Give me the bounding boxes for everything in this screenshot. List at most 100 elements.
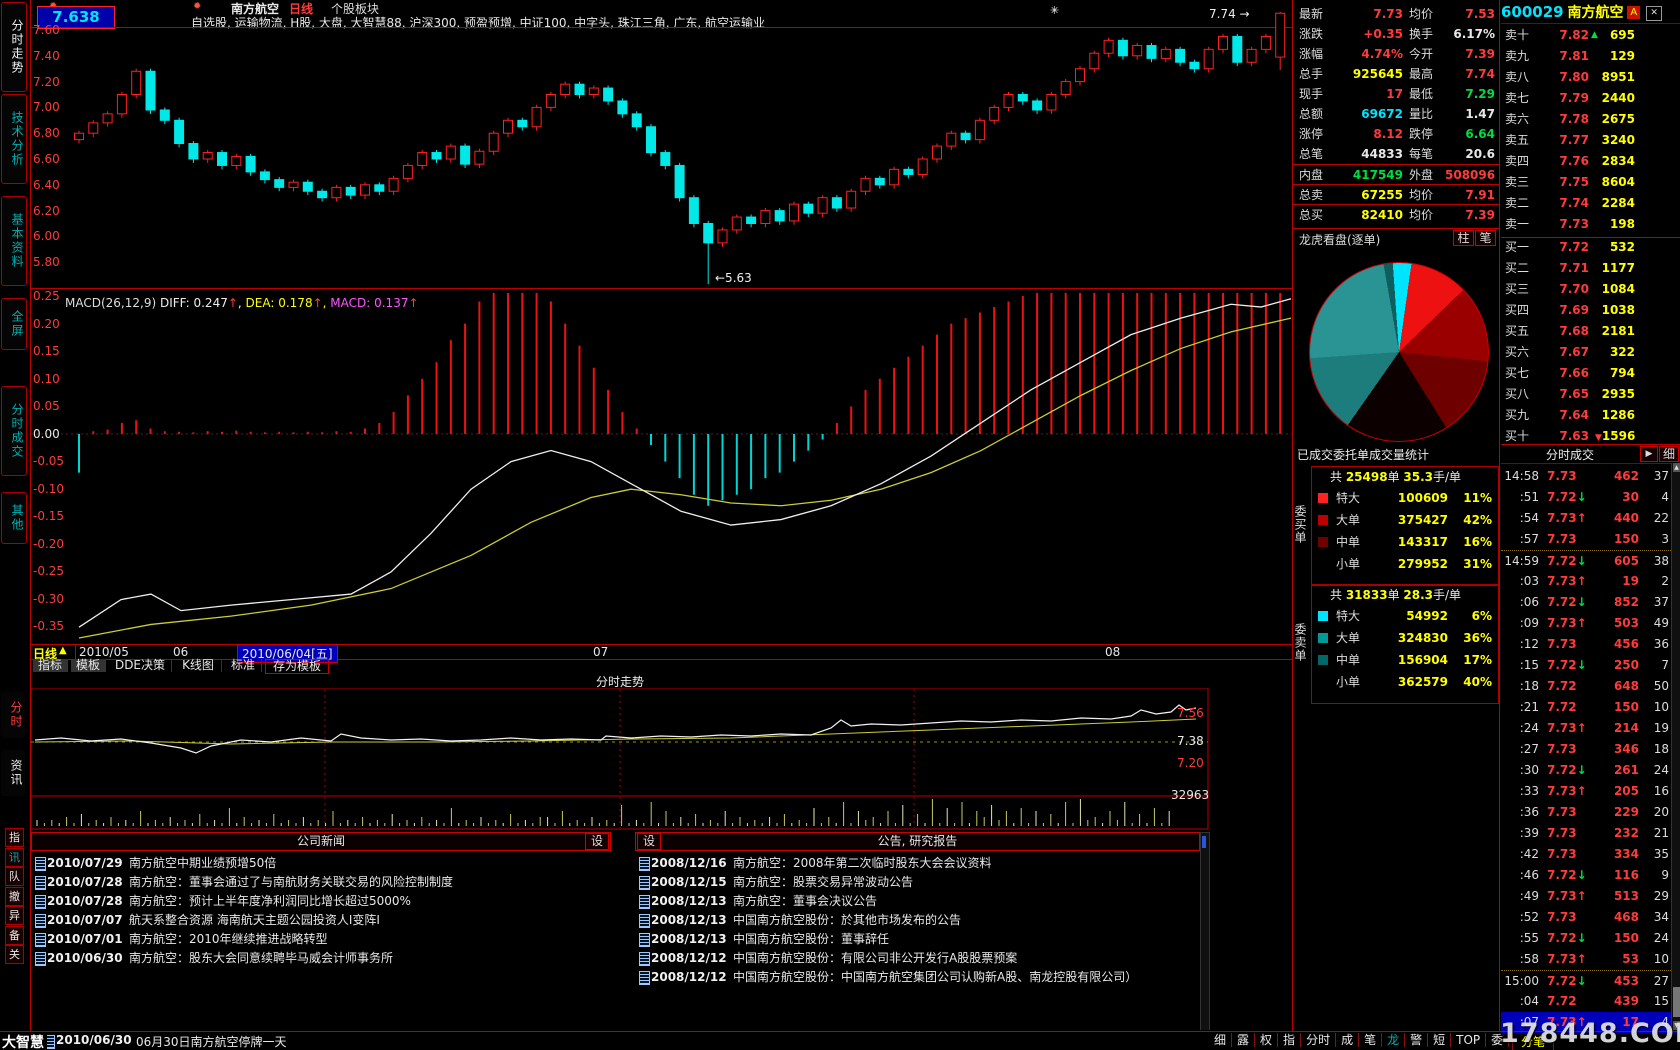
sidebar-tab-分时走势[interactable]: 分时走势 (1, 2, 27, 92)
expand-icon[interactable]: ▶ (1640, 446, 1658, 462)
tape-row[interactable]: :097.73↑50349 (1501, 613, 1679, 634)
date-label[interactable]: 2010/05 (79, 645, 129, 659)
news-item[interactable]: 2008/12/13中国南方航空股份：董事辞任 (635, 930, 1200, 949)
tape-row[interactable]: :497.73↑51329 (1501, 886, 1679, 907)
tape-row[interactable]: :307.72↓26124 (1501, 760, 1679, 781)
sidebar-tab-全屏[interactable]: 全屏 (1, 298, 27, 350)
news-item[interactable]: 2008/12/13南方航空：董事会决议公告 (635, 892, 1200, 911)
news-item[interactable]: 2010/07/07航天系整合资源 海南航天主题公园投资人I变阵I (31, 911, 611, 930)
bid-row-买九[interactable]: 买九7.641286 (1501, 405, 1680, 426)
scroll-up-icon[interactable]: ▲ (1673, 463, 1680, 472)
mini-tab-龙[interactable]: 龙 (1382, 1033, 1405, 1047)
mini-tab-TOP[interactable]: TOP (1451, 1033, 1486, 1047)
mini-tab-权[interactable]: 权 (1255, 1033, 1278, 1047)
sidebar-mini-备[interactable]: 备 (5, 926, 24, 945)
sidebar-tab-基本资料[interactable]: 基本资料 (1, 196, 27, 286)
tape-row[interactable]: :517.72↓304 (1501, 487, 1679, 508)
bid-row-买七[interactable]: 买七7.66794 (1501, 363, 1680, 384)
candlestick-chart[interactable] (31, 10, 1292, 288)
mini-tab-成[interactable]: 成 (1336, 1033, 1359, 1047)
tape-row[interactable]: 15:007.72↓45327 (1501, 970, 1679, 992)
tape-row[interactable]: :367.7322920 (1501, 802, 1679, 823)
mini-tab-短[interactable]: 短 (1428, 1033, 1451, 1047)
bid-row-买一[interactable]: 买一7.72532 (1501, 237, 1680, 258)
news-item[interactable]: 2010/07/29南方航空中期业绩预增50倍 (31, 854, 611, 873)
bid-row-买五[interactable]: 买五7.682181 (1501, 321, 1680, 342)
tape-row[interactable]: :277.7334618 (1501, 739, 1679, 760)
sidebar-mini-异[interactable]: 异 (5, 906, 24, 925)
sidebar-mini-撤[interactable]: 撤 (5, 887, 24, 906)
tape-row[interactable]: :397.7323221 (1501, 823, 1679, 844)
detail-button[interactable]: 细 (1659, 446, 1679, 462)
tape-row[interactable]: :337.73↑20516 (1501, 781, 1679, 802)
bottom-news-text[interactable]: 06月30日南方航空停牌一天 (136, 1033, 287, 1050)
macd-chart[interactable] (31, 288, 1292, 644)
news-item[interactable]: 2008/12/16南方航空：2008年第二次临时股东大会会议资料 (635, 854, 1200, 873)
news-item[interactable]: 2010/07/28南方航空：董事会通过了与南航财务关联交易的风险控制制度 (31, 873, 611, 892)
sidebar-mini-讯[interactable]: 讯 (5, 848, 24, 867)
tape-row[interactable]: :547.73↑44022 (1501, 508, 1679, 529)
mini-tab-笔[interactable]: 笔 (1359, 1033, 1382, 1047)
sidebar-label-分时[interactable]: 分时 (1, 692, 25, 738)
bid-row-买八[interactable]: 买八7.652935 (1501, 384, 1680, 405)
tape-row[interactable]: :587.73↑5310 (1501, 949, 1679, 970)
ask-row-卖四[interactable]: 卖四7.762834 (1501, 151, 1680, 172)
bid-row-买二[interactable]: 买二7.711177 (1501, 258, 1680, 279)
chart-tab-存为模板[interactable]: 存为模板 (265, 659, 329, 674)
ask-row-卖二[interactable]: 卖二7.742284 (1501, 193, 1680, 214)
tape-row[interactable]: :577.731503 (1501, 529, 1679, 550)
news-item[interactable]: 2008/12/13中国南方航空股份：於其他市场发布的公告 (635, 911, 1200, 930)
chart-tab-DDE决策[interactable]: DDE决策 (109, 659, 172, 672)
news-item[interactable]: 2008/12/15南方航空：股票交易异常波动公告 (635, 873, 1200, 892)
tape-row[interactable]: :217.7215010 (1501, 697, 1679, 718)
tape-row[interactable]: 14:597.72↓60538 (1501, 550, 1679, 572)
bid-row-买三[interactable]: 买三7.701084 (1501, 279, 1680, 300)
news-item[interactable]: 2008/12/12中国南方航空股份：有限公司非公开发行A股股票预案 (635, 949, 1200, 968)
pie-bar-button[interactable]: 柱 (1453, 230, 1474, 246)
ask-row-卖十[interactable]: 卖十7.82695▲ (1501, 25, 1680, 46)
sidebar-mini-关[interactable]: 关 (5, 945, 24, 964)
tape-scrollbar[interactable]: ▲ ▼ (1671, 463, 1680, 1031)
intraday-chart[interactable] (31, 688, 1209, 830)
pie-pen-button[interactable]: 笔 (1475, 230, 1496, 246)
news-item[interactable]: 2010/06/30南方航空：股东大会同意续聘毕马威会计师事务所 (31, 949, 611, 968)
tape-row[interactable]: :557.72↓15024 (1501, 928, 1679, 949)
date-label[interactable]: 07 (593, 645, 608, 659)
tape-scrollbar-thumb[interactable] (1673, 987, 1680, 1017)
sidebar-label-资讯[interactable]: 资讯 (1, 750, 25, 796)
ask-row-卖一[interactable]: 卖一7.73198 (1501, 214, 1680, 235)
chart-tab-模板[interactable]: 模板 (71, 659, 106, 672)
ask-row-卖七[interactable]: 卖七7.792440 (1501, 88, 1680, 109)
sidebar-mini-指[interactable]: 指 (5, 828, 24, 847)
mini-tab-露[interactable]: 露 (1232, 1033, 1255, 1047)
news-item[interactable]: 2008/12/12中国南方航空股份：中国南方航空集团公司认购新A股、南龙控股有… (635, 968, 1200, 987)
announcements-settings-button[interactable]: 设 (637, 833, 661, 850)
tape-row[interactable]: :127.7345636 (1501, 634, 1679, 655)
news-item[interactable]: 2010/07/28南方航空：预计上半年度净利润同比增长超过5000% (31, 892, 611, 911)
bid-row-买六[interactable]: 买六7.67322 (1501, 342, 1680, 363)
tape-row[interactable]: :157.72↓2507 (1501, 655, 1679, 676)
mini-tab-分时[interactable]: 分时 (1301, 1033, 1336, 1047)
ask-row-卖五[interactable]: 卖五7.773240 (1501, 130, 1680, 151)
ask-row-卖三[interactable]: 卖三7.758604 (1501, 172, 1680, 193)
chart-tab-指标[interactable]: 指标 (33, 659, 68, 672)
tape-row[interactable]: 14:587.7346237 (1501, 466, 1679, 487)
chart-tab-标准[interactable]: 标准 (225, 659, 262, 672)
tape-row[interactable]: :067.72↓85237 (1501, 592, 1679, 613)
tape-row[interactable]: :527.7346834 (1501, 907, 1679, 928)
tape-row[interactable]: :467.72↓1169 (1501, 865, 1679, 886)
tape-row[interactable]: :047.7243915 (1501, 991, 1679, 1012)
date-label[interactable]: 06 (173, 645, 188, 659)
sidebar-tab-其他[interactable]: 其他 (1, 492, 27, 544)
tape-row[interactable]: :037.73↑192 (1501, 571, 1679, 592)
tape-row[interactable]: :247.73↑21419 (1501, 718, 1679, 739)
tape-row[interactable]: :187.7264850 (1501, 676, 1679, 697)
kperiod-arrow[interactable]: ▲ (59, 645, 67, 656)
close-icon[interactable]: ✕ (1646, 6, 1662, 21)
news-scrollbar[interactable] (1200, 832, 1210, 1030)
tape-row[interactable]: :427.7333435 (1501, 844, 1679, 865)
chart-tab-K线图[interactable]: K线图 (175, 659, 222, 672)
sidebar-tab-分时成交[interactable]: 分时成交 (1, 386, 27, 476)
ask-row-卖六[interactable]: 卖六7.782675 (1501, 109, 1680, 130)
ask-row-卖九[interactable]: 卖九7.81129 (1501, 46, 1680, 67)
